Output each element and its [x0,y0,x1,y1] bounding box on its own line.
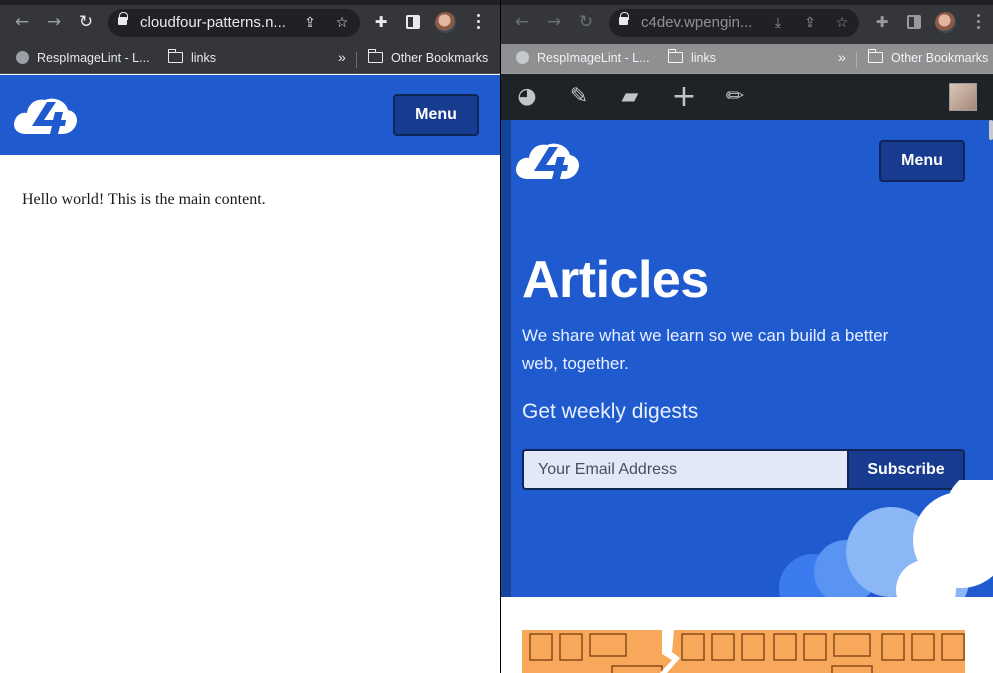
right-browser-window: ← → ↻ c4dev.wpengin... ⤓ ⇪ ☆ ✚ RespImage… [501,0,993,673]
back-icon[interactable]: ← [12,12,32,32]
install-icon[interactable]: ⤓ [769,14,787,32]
pencil-icon[interactable]: ✏ [721,84,749,110]
share-icon[interactable]: ⇪ [301,14,319,32]
bookmarks-separator [856,52,857,68]
bookmarks-bar: RespImageLint - L... links » Other Bookm… [0,44,500,74]
articles-hero: Menu Articles We share what we learn so … [501,120,993,597]
chrome-menu-icon[interactable] [977,14,981,30]
comment-icon[interactable]: ▰ [616,84,644,110]
bookmark-links[interactable]: links [667,49,716,65]
side-panel-icon[interactable] [406,15,420,29]
reload-icon[interactable]: ↻ [576,12,596,32]
share-icon[interactable]: ⇪ [801,14,819,32]
cloud-four-logo[interactable] [514,137,580,181]
extensions-icon[interactable]: ✚ [372,13,390,31]
plus-icon[interactable]: + [670,82,698,112]
address-bar[interactable]: cloudfour-patterns.n... ⇪ ☆ [108,9,360,37]
bookmark-star-icon[interactable]: ☆ [833,14,851,32]
bookmarks-overflow[interactable]: » [838,49,846,65]
lock-icon [118,12,128,25]
globe-icon [516,51,529,64]
featured-image-pattern [522,630,965,673]
bookmark-other-bookmarks[interactable]: Other Bookmarks [867,49,988,65]
page-subtitle: We share what we learn so we can build a… [522,326,889,373]
url-text: c4dev.wpengin... [641,14,753,31]
tab-strip [0,0,500,5]
bookmarks-bar: RespImageLint - L... links » Other Bookm… [501,44,993,74]
chrome-menu-icon[interactable] [477,14,481,30]
main-content-text: Hello world! This is the main content. [22,191,266,208]
bookmark-links[interactable]: links [167,49,216,65]
url-text: cloudfour-patterns.n... [140,14,286,31]
extensions-icon[interactable]: ✚ [873,13,891,31]
wp-admin-bar: ◕ ✎ ▰ + ✏ [501,74,993,120]
lock-icon [619,12,629,25]
forward-icon[interactable]: → [544,12,564,32]
left-browser-window: ← → ↻ cloudfour-patterns.n... ⇪ ☆ ✚ Resp… [0,0,500,673]
forward-icon[interactable]: → [44,12,64,32]
folder-icon [167,49,183,63]
bookmark-respimagelint[interactable]: RespImageLint - L... [16,51,150,65]
site-header: Menu [0,75,500,155]
side-panel-icon[interactable] [907,15,921,29]
palette-icon[interactable]: ◕ [513,84,541,110]
brush-icon[interactable]: ✎ [565,84,593,110]
page-scrollbar[interactable] [989,120,993,140]
decorative-clouds [779,480,993,597]
bookmarks-separator [356,52,357,68]
profile-avatar[interactable] [435,12,456,33]
tab-strip [501,0,993,5]
bookmark-respimagelint[interactable]: RespImageLint - L... [516,51,650,65]
back-icon[interactable]: ← [512,12,532,32]
cloud-four-logo[interactable] [12,92,78,136]
folder-icon [367,49,383,63]
scroll-shadow [501,120,511,673]
digest-heading: Get weekly digests [522,400,699,423]
folder-icon [867,49,883,63]
wp-user-avatar[interactable] [949,83,977,111]
page-title: Articles [522,251,709,309]
bookmark-star-icon[interactable]: ☆ [333,14,351,32]
reload-icon[interactable]: ↻ [76,12,96,32]
menu-button[interactable]: Menu [393,94,479,136]
folder-icon [667,49,683,63]
menu-button[interactable]: Menu [879,140,965,182]
bookmarks-overflow[interactable]: » [338,49,346,65]
profile-avatar[interactable] [935,12,956,33]
browser-toolbar: ← → ↻ cloudfour-patterns.n... ⇪ ☆ ✚ [0,0,500,44]
globe-icon [16,51,29,64]
browser-toolbar: ← → ↻ c4dev.wpengin... ⤓ ⇪ ☆ ✚ [501,0,993,44]
bookmark-other-bookmarks[interactable]: Other Bookmarks [367,49,488,65]
address-bar[interactable]: c4dev.wpengin... ⤓ ⇪ ☆ [609,9,859,37]
